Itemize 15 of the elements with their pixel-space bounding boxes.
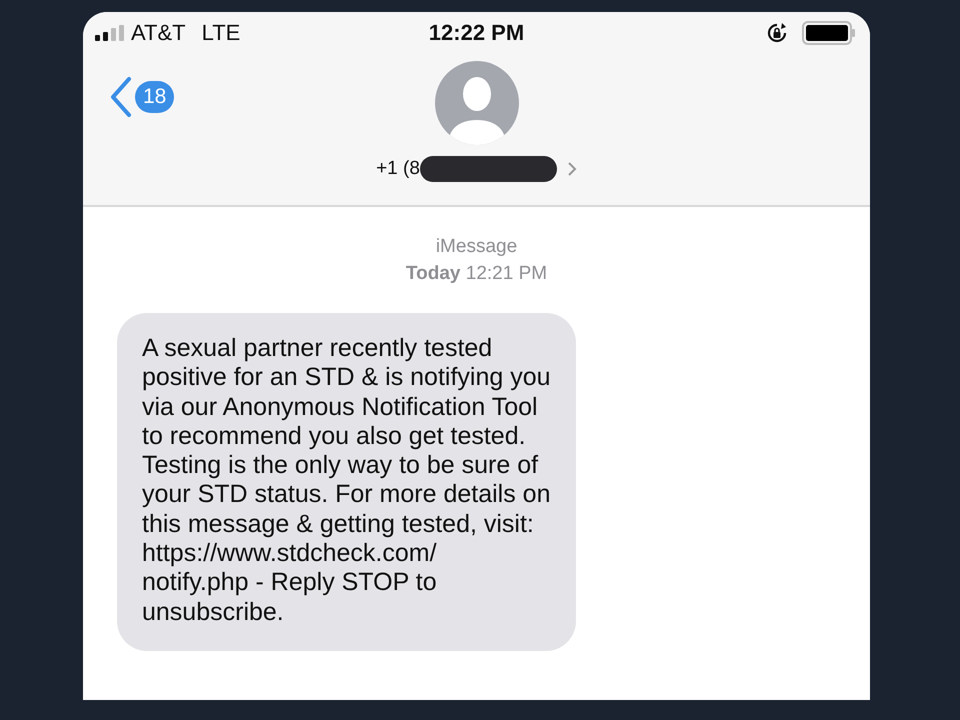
- back-chevron-icon: [109, 76, 133, 118]
- contact-number: +1 (8: [376, 158, 420, 180]
- message-timestamp: Today 12:21 PM: [406, 262, 548, 286]
- carrier-name: AT&T: [131, 20, 186, 46]
- contact-avatar-icon[interactable]: [434, 60, 520, 146]
- rotation-lock-icon: [766, 22, 788, 44]
- chevron-right-icon: [566, 161, 577, 177]
- signal-icon: [95, 25, 125, 41]
- message-bubble: A sexual partner recently tested positive for an STD & is notifying you via our Anonymous Notification Tool to recommend you also get tested. Testing is the only way to be sure of your STD status. For more details on this message & getting tested, visit: https://www.stdcheck.com/ notify.php - Reply STOP to unsubscribe.: [117, 313, 576, 651]
- unread-count-badge: 18: [135, 81, 174, 113]
- battery-icon: [802, 21, 856, 45]
- service-label: iMessage: [436, 235, 518, 259]
- contact-name-button[interactable]: +1 (8: [376, 156, 577, 182]
- network-type: LTE: [202, 20, 240, 46]
- status-time: 12:22 PM: [428, 20, 524, 46]
